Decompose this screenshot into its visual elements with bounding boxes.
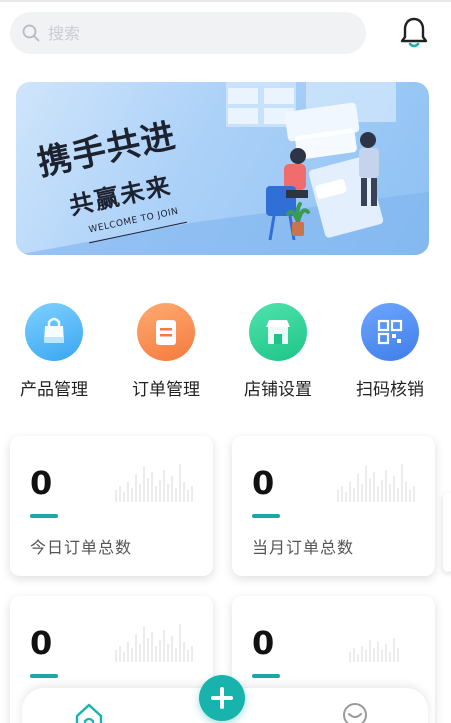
- stat-card-today-orders[interactable]: 0 今日订单总数: [10, 436, 213, 576]
- menu-label-products: 产品管理: [20, 380, 88, 400]
- menu-item-orders[interactable]: 订单管理: [116, 303, 216, 403]
- menu-item-store-settings[interactable]: 店铺设置: [228, 303, 328, 403]
- stat-value: 0: [30, 464, 53, 502]
- bell-icon[interactable]: [398, 16, 430, 50]
- stat-accent-bar: [252, 514, 280, 518]
- search-bar[interactable]: [10, 12, 366, 54]
- menu-label-scan: 扫码核销: [356, 380, 424, 400]
- stat-label: 今日订单总数: [30, 538, 133, 557]
- home-icon[interactable]: [74, 702, 104, 723]
- search-input[interactable]: [48, 18, 348, 48]
- menu-item-scan[interactable]: 扫码核销: [340, 303, 440, 403]
- profile-icon[interactable]: [342, 702, 368, 723]
- sparkline-decoration: [115, 624, 193, 662]
- qr-scan-icon: [361, 303, 419, 361]
- sparkline-decoration: [115, 464, 193, 502]
- top-divider: [0, 0, 451, 2]
- sparkline-decoration: [337, 464, 415, 502]
- stat-accent-bar: [30, 674, 58, 678]
- promo-banner[interactable]: 携手共进 共赢未来 WELCOME TO JOIN: [16, 82, 429, 255]
- stat-accent-bar: [252, 674, 280, 678]
- stat-accent-bar: [30, 514, 58, 518]
- search-icon: [22, 24, 40, 42]
- offscreen-card-edge: [443, 492, 451, 572]
- store-icon: [249, 303, 307, 361]
- menu-label-orders: 订单管理: [132, 380, 200, 400]
- menu-label-store-settings: 店铺设置: [244, 380, 312, 400]
- stat-card-month-orders[interactable]: 0 当月订单总数: [232, 436, 435, 576]
- add-button[interactable]: [199, 675, 245, 721]
- stat-value: 0: [30, 624, 53, 662]
- stat-value: 0: [252, 624, 275, 662]
- sparkline-decoration: [349, 638, 399, 662]
- order-list-icon: [137, 303, 195, 361]
- stat-label: 当月订单总数: [252, 538, 355, 557]
- menu-item-products[interactable]: 产品管理: [4, 303, 104, 403]
- stat-value: 0: [252, 464, 275, 502]
- shopping-bag-icon: [25, 303, 83, 361]
